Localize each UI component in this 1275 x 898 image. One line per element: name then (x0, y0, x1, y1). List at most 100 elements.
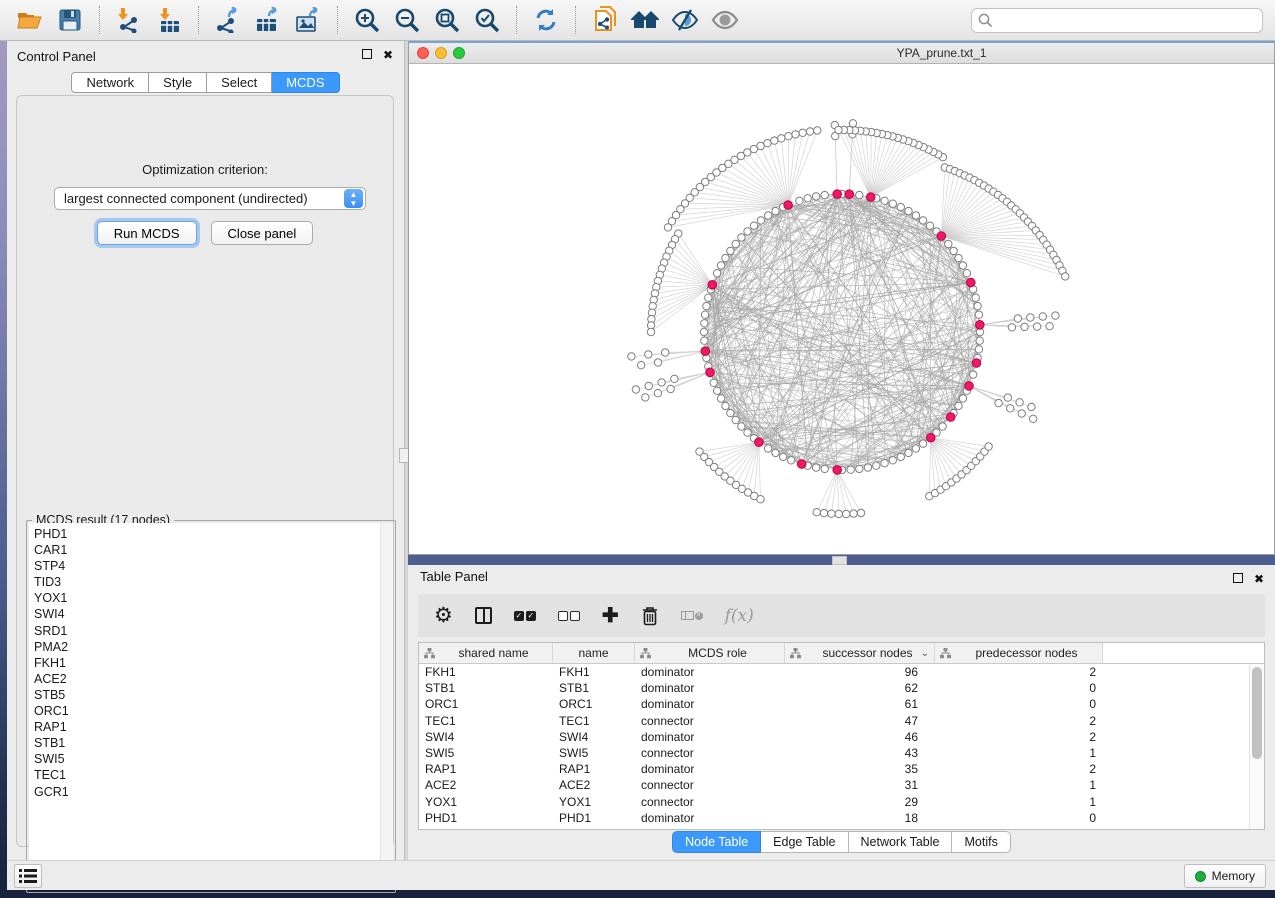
run-mcds-button[interactable]: Run MCDS (97, 221, 197, 245)
table-scrollbar-thumb[interactable] (1252, 667, 1262, 759)
cell-name: SWI4 (553, 730, 635, 744)
table-row[interactable]: ORC1ORC1dominator610 (419, 696, 1264, 712)
mcds-result-item[interactable]: SRD1 (29, 623, 393, 639)
close-window-icon[interactable] (417, 47, 429, 59)
mcds-list-scrollbar[interactable] (380, 523, 393, 890)
zoom-in-icon[interactable] (352, 5, 382, 35)
zoom-fit-icon[interactable] (432, 5, 462, 35)
table-panel-title: Table Panel (420, 569, 488, 584)
table-row[interactable]: FKH1FKH1dominator962 (419, 664, 1264, 680)
float-panel-icon[interactable] (362, 49, 372, 59)
add-column-icon[interactable]: ✚ (602, 605, 619, 627)
close-panel-icon[interactable]: ✖ (1253, 573, 1265, 585)
mcds-result-item[interactable]: CAR1 (29, 542, 393, 558)
cell-predecessor-nodes: 1 (935, 778, 1103, 792)
column-header-name[interactable]: name (553, 643, 635, 663)
mcds-result-item[interactable]: PHD1 (29, 523, 393, 542)
tab-network[interactable]: Network (71, 72, 149, 93)
network-canvas[interactable] (409, 64, 1274, 553)
horizontal-splitter-handle[interactable] (832, 556, 847, 565)
cell-successor-nodes: 96 (785, 665, 935, 679)
mcds-result-item[interactable]: STB1 (29, 735, 393, 751)
tab-select[interactable]: Select (207, 72, 272, 93)
cell-MCDS-role: connector (635, 714, 785, 728)
table-scrollbar[interactable] (1249, 665, 1264, 829)
mcds-result-item[interactable]: RAP1 (29, 719, 393, 735)
search-input[interactable] (997, 13, 1256, 27)
mcds-result-item[interactable]: ACE2 (29, 671, 393, 687)
table-row[interactable]: RAP1RAP1dominator352 (419, 761, 1264, 777)
table-settings-gear-icon[interactable]: ⚙ (434, 605, 453, 627)
table-row[interactable]: SWI4SWI4dominator462 (419, 729, 1264, 745)
optimization-select[interactable]: largest connected component (undirected)… (54, 187, 366, 210)
show-panels-eye-icon[interactable] (710, 5, 740, 35)
home-networks-icon[interactable] (630, 5, 660, 35)
mcds-result-item[interactable]: SWI4 (29, 606, 393, 622)
mcds-result-group: MCDS result (17 nodes) PHD1CAR1STP4TID3Y… (26, 520, 396, 893)
maximize-window-icon[interactable] (453, 47, 465, 59)
cell-successor-nodes: 31 (785, 778, 935, 792)
tab-edge-table[interactable]: Edge Table (761, 831, 848, 853)
hide-panels-eye-icon[interactable] (670, 5, 700, 35)
close-panel-icon[interactable]: ✖ (382, 49, 394, 61)
mapped-column-icon (940, 648, 951, 659)
mcds-result-item[interactable]: STB5 (29, 687, 393, 703)
table-row[interactable]: YOX1YOX1connector291 (419, 794, 1264, 810)
delete-trash-icon[interactable] (641, 605, 659, 627)
refresh-icon[interactable] (531, 5, 561, 35)
export-image-icon[interactable] (293, 5, 323, 35)
table-row[interactable]: SWI5SWI5connector431 (419, 745, 1264, 761)
mcds-result-item[interactable]: PMA2 (29, 639, 393, 655)
mcds-result-item[interactable]: TEC1 (29, 767, 393, 783)
show-columns-icon[interactable] (475, 605, 492, 627)
mcds-result-item[interactable]: FKH1 (29, 655, 393, 671)
deselect-all-icon[interactable] (558, 605, 580, 627)
zoom-out-icon[interactable] (392, 5, 422, 35)
table-row[interactable]: TEC1TEC1connector472 (419, 713, 1264, 729)
minimize-window-icon[interactable] (435, 47, 447, 59)
export-network-icon[interactable] (213, 5, 243, 35)
open-folder-icon[interactable] (15, 5, 45, 35)
import-network-icon[interactable] (114, 5, 144, 35)
column-header-MCDS-role[interactable]: MCDS role (635, 643, 785, 663)
task-history-button[interactable] (14, 864, 42, 888)
save-icon[interactable] (55, 5, 85, 35)
tab-node-table[interactable]: Node Table (672, 831, 761, 853)
close-panel-button[interactable]: Close panel (211, 221, 314, 245)
export-table-icon[interactable] (253, 5, 283, 35)
search-box[interactable] (971, 8, 1263, 33)
network-window-titlebar[interactable]: YPA_prune.txt_1 (409, 43, 1274, 64)
mcds-result-item[interactable]: SWI5 (29, 751, 393, 767)
column-header-successor-nodes[interactable]: successor nodes⌄ (785, 643, 935, 663)
toolbar-separator (516, 6, 517, 34)
tab-style[interactable]: Style (149, 72, 207, 93)
clone-network-icon[interactable] (590, 5, 620, 35)
mcds-result-item[interactable]: GCR1 (29, 784, 393, 800)
cell-successor-nodes: 46 (785, 730, 935, 744)
memory-button[interactable]: Memory (1184, 864, 1266, 888)
table-toolbar: ⚙ ✓✓ ✚ ✕ f(x) (418, 594, 1265, 637)
table-row[interactable]: PHD1PHD1dominator180 (419, 810, 1264, 826)
control-panel-tabs: NetworkStyleSelectMCDS (7, 72, 404, 93)
cell-successor-nodes: 18 (785, 811, 935, 825)
column-header-predecessor-nodes[interactable]: predecessor nodes (935, 643, 1103, 663)
float-panel-icon[interactable] (1233, 573, 1243, 583)
tab-network-table[interactable]: Network Table (849, 831, 953, 853)
cell-successor-nodes: 62 (785, 681, 935, 695)
mcds-result-item[interactable]: STP4 (29, 558, 393, 574)
mcds-tab-panel: Optimization criterion: largest connecte… (16, 95, 394, 847)
cell-predecessor-nodes: 2 (935, 714, 1103, 728)
cell-name: FKH1 (553, 665, 635, 679)
table-row[interactable]: STB1STB1dominator620 (419, 680, 1264, 696)
mcds-result-item[interactable]: ORC1 (29, 703, 393, 719)
zoom-selected-icon[interactable] (472, 5, 502, 35)
table-row[interactable]: ACE2ACE2connector311 (419, 777, 1264, 793)
column-header-shared-name[interactable]: shared name (419, 643, 553, 663)
tab-motifs[interactable]: Motifs (952, 831, 1010, 853)
import-table-icon[interactable] (154, 5, 184, 35)
toolbar-separator (337, 6, 338, 34)
tab-mcds[interactable]: MCDS (272, 72, 339, 93)
mcds-result-item[interactable]: YOX1 (29, 590, 393, 606)
mcds-result-item[interactable]: TID3 (29, 574, 393, 590)
select-all-icon[interactable]: ✓✓ (514, 605, 536, 627)
